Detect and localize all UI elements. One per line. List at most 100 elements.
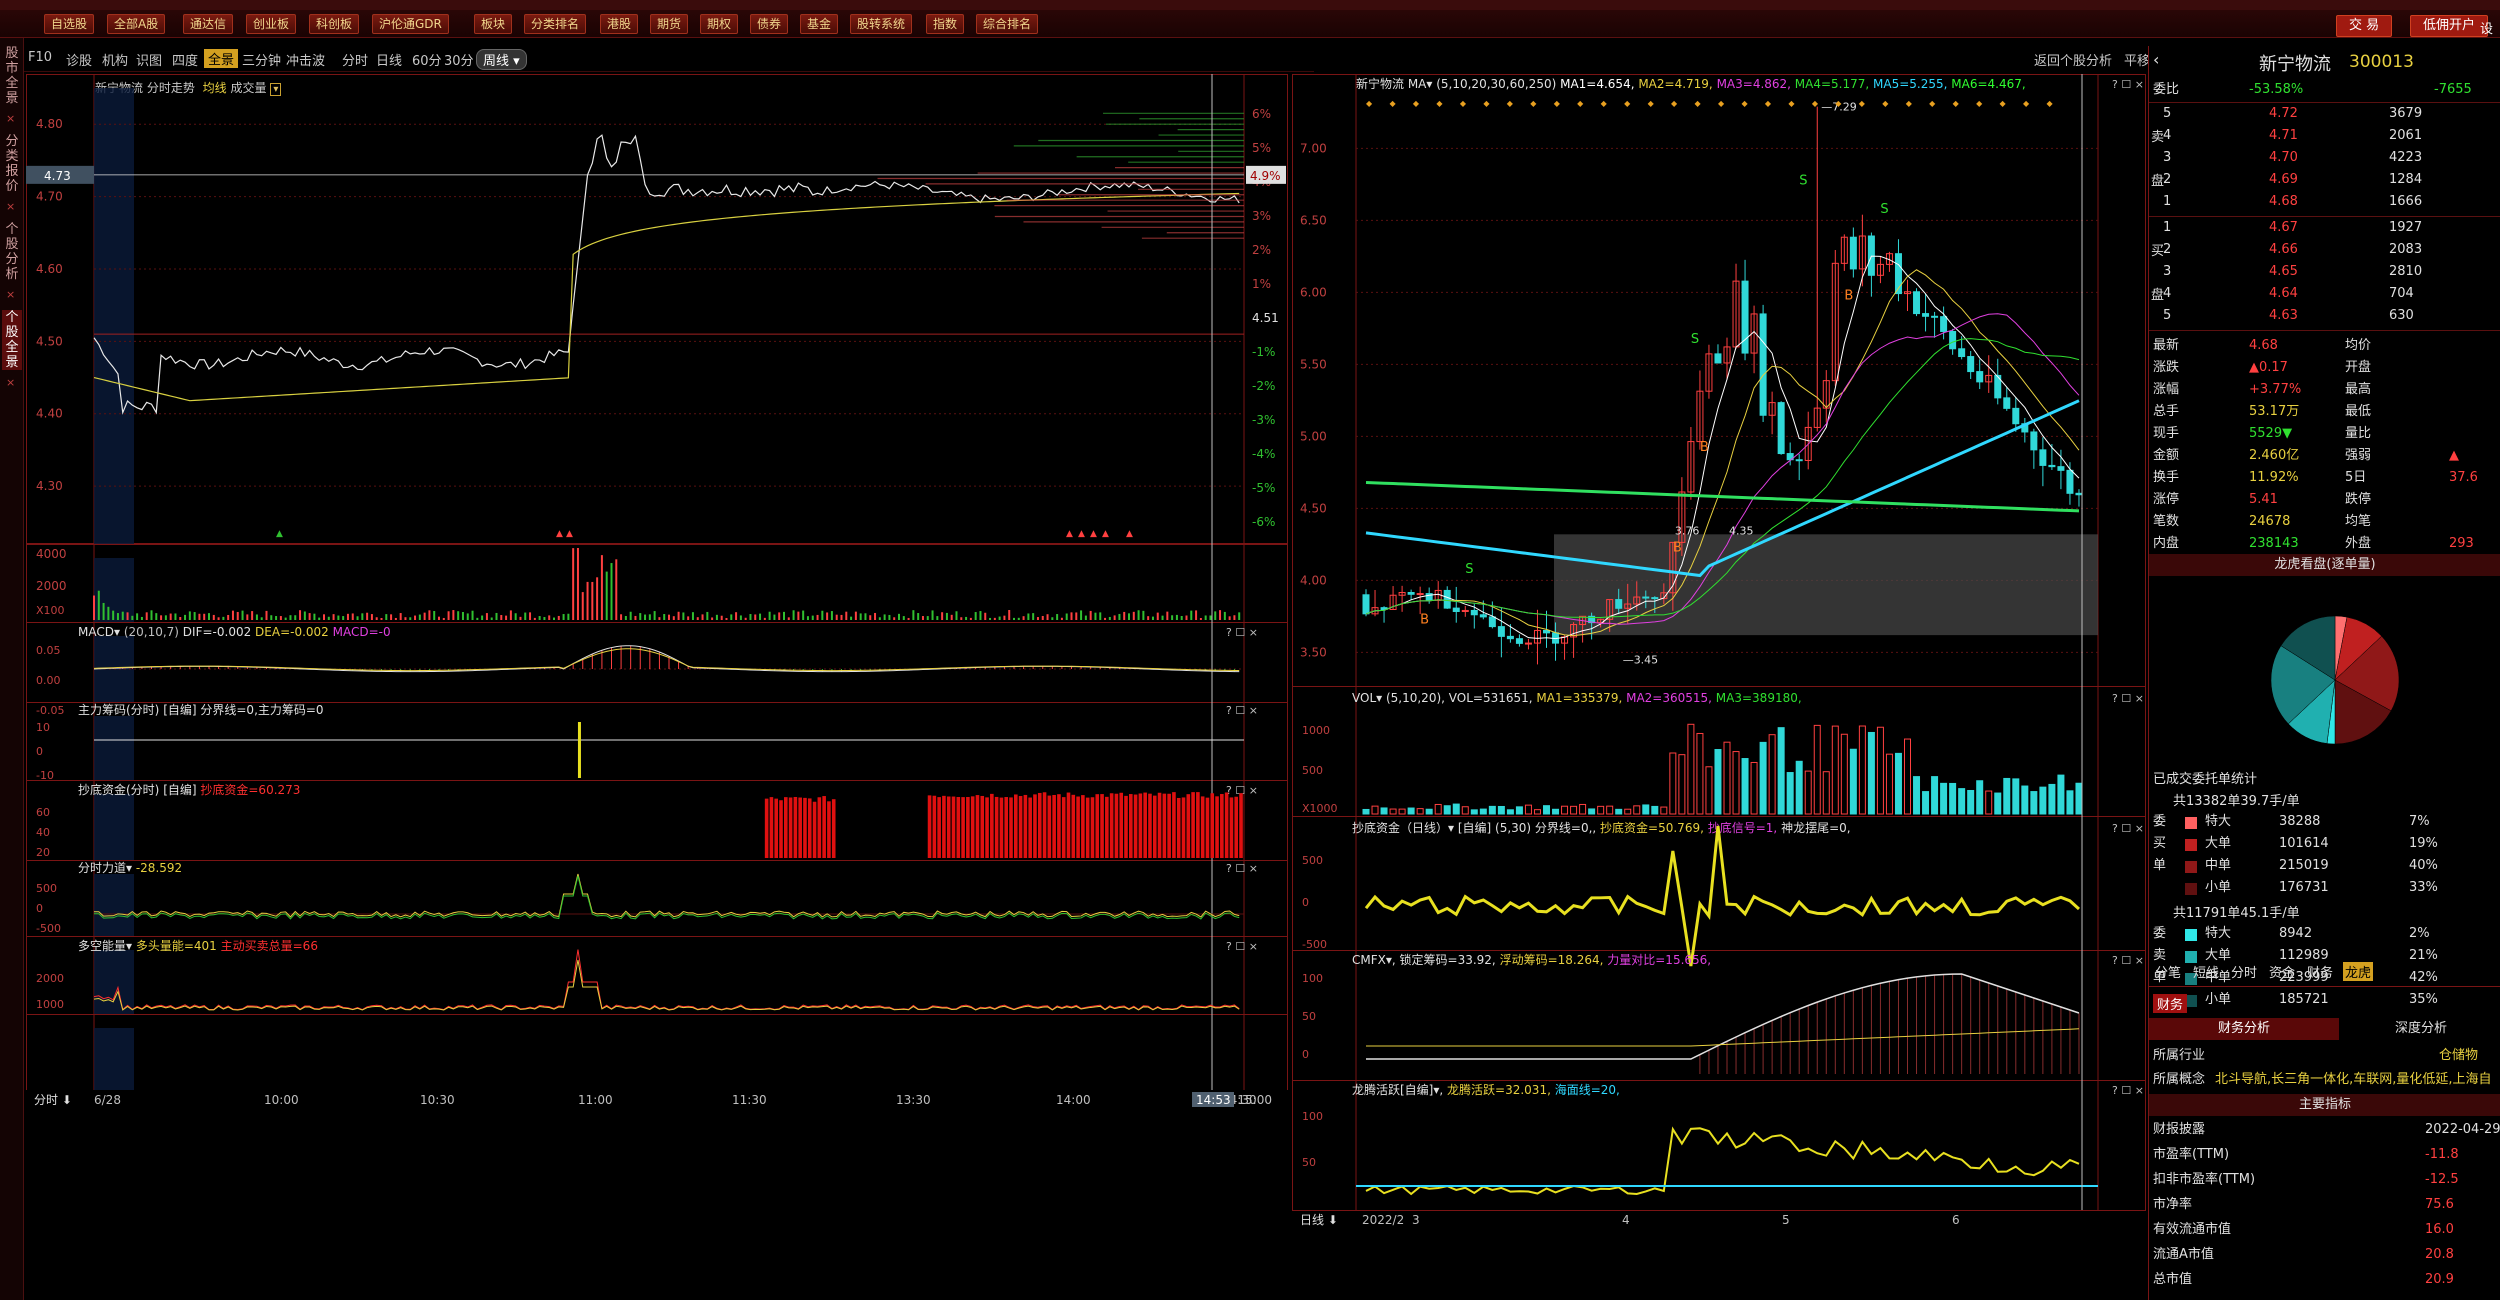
- settings-menu[interactable]: 设: [2480, 18, 2493, 37]
- candle-body-0: [1362, 594, 1370, 615]
- kvol-bar-45: [1768, 734, 1776, 815]
- bottomfund-i-bar-186: [985, 797, 989, 858]
- fin-tab[interactable]: 财务: [2153, 994, 2188, 1013]
- menu-item-1[interactable]: 全部A股: [107, 14, 166, 34]
- stat-row-0-cell-1: 4.68: [2249, 338, 2278, 353]
- buy-entrust-row-3: 小单 176731 33%: [2149, 878, 2500, 898]
- menu-item-13[interactable]: 股转系统: [850, 14, 913, 34]
- quote-tab-1[interactable]: 短线: [2191, 962, 2221, 981]
- menu-item-12[interactable]: 基金: [800, 14, 839, 34]
- menu-item-6[interactable]: 板块: [474, 14, 513, 34]
- bottomfund-i-bar-209: [1095, 794, 1100, 858]
- kvol-tick-1: 500: [1302, 764, 1323, 777]
- open-account-button[interactable]: 低佣开户: [2410, 15, 2489, 37]
- left-tab-2[interactable]: 个股分析: [2, 222, 22, 282]
- bottomfund-i-bar-218: [1138, 793, 1143, 858]
- intraday-price-line: [93, 134, 1240, 415]
- left-tab-1[interactable]: 分类报价: [2, 134, 22, 194]
- time-label-2: 10:30: [420, 1093, 455, 1107]
- premarket-zone-0: [94, 88, 134, 544]
- buy-entrust-row-0-cell-0: 委: [2153, 814, 2167, 829]
- kvol-bar-31: [1642, 804, 1650, 815]
- stat-row-6: 换手 11.92% 5日 37.6: [2149, 468, 2500, 488]
- menu-item-2[interactable]: 通达信: [183, 14, 234, 34]
- candle-body-39: [1714, 353, 1722, 364]
- pct-tick-10: -4%: [1252, 447, 1275, 461]
- quote-tab-4[interactable]: 财务: [2305, 962, 2335, 981]
- toolbar-item-5[interactable]: 全景: [204, 49, 239, 68]
- menu-item-4[interactable]: 科创板: [309, 14, 360, 34]
- menu-item-11[interactable]: 债券: [750, 14, 789, 34]
- kvol-bar-74: [2030, 791, 2038, 815]
- menu-item-0[interactable]: 自选股: [44, 14, 95, 34]
- pct-tick-9: -3%: [1252, 413, 1275, 427]
- macd-title-controls: ? ☐ ×: [1226, 626, 1258, 639]
- sell-entrust-row-0-cell-0: 委: [2153, 926, 2167, 941]
- tab-close-icon-0[interactable]: ×: [6, 112, 15, 125]
- toolbar-item-11[interactable]: 30分: [444, 50, 474, 69]
- tab-close-icon-2[interactable]: ×: [6, 288, 15, 301]
- pan-button[interactable]: 平移: [2124, 50, 2150, 69]
- toolbar-item-7[interactable]: 冲击波: [286, 50, 325, 69]
- dragon-title: 龙腾活跃[自编]▾, 龙腾活跃=32.031, 海面线=20,: [1352, 1082, 1620, 1097]
- quote-tab-5[interactable]: 龙虎: [2343, 962, 2374, 981]
- fin-sub-tab-0[interactable]: 财务分析: [2149, 1018, 2339, 1040]
- stat-row-3: 总手 53.17万 最低: [2149, 402, 2500, 422]
- candle-body-77: [2057, 466, 2065, 471]
- toolbar-item-2[interactable]: 机构: [102, 50, 128, 69]
- kvol-bar-39: [1714, 749, 1722, 815]
- kvol-bar-59: [1894, 752, 1902, 815]
- kline-mid-label-2: 4.35: [1729, 524, 1754, 537]
- menu-item-15[interactable]: 综合排名: [976, 14, 1039, 34]
- menu-item-14[interactable]: 指数: [926, 14, 965, 34]
- toolbar-item-0[interactable]: F10: [28, 50, 52, 65]
- toolbar-item-9[interactable]: 日线: [376, 50, 402, 69]
- menu-item-5[interactable]: 沪伦通GDR: [372, 14, 449, 34]
- fin-sub-tab-1[interactable]: 深度分析: [2341, 1018, 2500, 1040]
- buy-level-0-cell-1: 4.67: [2269, 220, 2298, 235]
- top-diamond-12: ◆: [1648, 99, 1655, 108]
- kvol-bar-9: [1443, 805, 1451, 815]
- back-button[interactable]: 返回个股分析: [2034, 50, 2112, 69]
- toolbar-item-6[interactable]: 三分钟: [242, 50, 281, 69]
- quote-tab-2[interactable]: 分时: [2229, 962, 2259, 981]
- toolbar-item-4[interactable]: 四度: [172, 50, 198, 69]
- premarket-zone-3: [94, 716, 134, 780]
- fin-row-2-cell-0: 扣非市盈率(TTM): [2153, 1172, 2256, 1187]
- toolbar-item-1[interactable]: 诊股: [66, 50, 92, 69]
- menu-item-10[interactable]: 期权: [700, 14, 739, 34]
- kvol-bar-37: [1696, 732, 1704, 815]
- top-diamond-7: ◆: [1530, 99, 1537, 108]
- buy-entrust-row-1: 买 大单 101614 19%: [2149, 834, 2500, 854]
- kvol-bar-26: [1597, 805, 1605, 815]
- menu-item-3[interactable]: 创业板: [246, 14, 297, 34]
- left-tab-3[interactable]: 个股全景: [2, 310, 22, 370]
- sell-level-2: 3 4.70 4223: [2149, 148, 2500, 168]
- menu-item-9[interactable]: 期货: [650, 14, 689, 34]
- bottomfund-i-bar-177: [942, 795, 946, 858]
- kvol-bar-24: [1579, 803, 1587, 815]
- quote-tab-3[interactable]: 资金: [2267, 962, 2297, 981]
- toolbar-item-10[interactable]: 60分: [412, 50, 442, 69]
- candle-body-79: [2075, 492, 2083, 496]
- fin-row-0-cell-1: 2022-04-29: [2425, 1122, 2500, 1137]
- toolbar-item-8[interactable]: 分时: [342, 50, 368, 69]
- back-arrow-icon[interactable]: ‹: [2153, 50, 2159, 69]
- kvol-bar-44: [1759, 741, 1767, 815]
- left-tab-0[interactable]: 股市全景: [2, 46, 22, 106]
- toolbar-item-3[interactable]: 识图: [136, 50, 162, 69]
- tab-close-icon-3[interactable]: ×: [6, 376, 15, 389]
- menu-item-8[interactable]: 港股: [600, 14, 639, 34]
- bottomfund-i-bar-202: [1061, 797, 1066, 858]
- signal-triangle-6: ▲: [1102, 529, 1109, 539]
- kvol-bar-69: [1985, 790, 1993, 815]
- tab-close-icon-1[interactable]: ×: [6, 200, 15, 213]
- trade-button[interactable]: 交 易: [2336, 15, 2393, 37]
- kvol-bar-47: [1786, 772, 1794, 815]
- buy-entrust-row-2-cell-3: 40%: [2409, 858, 2438, 873]
- quote-tab-0[interactable]: 分笔: [2153, 962, 2183, 981]
- menu-item-7[interactable]: 分类排名: [524, 14, 587, 34]
- stat-row-2-cell-1: +3.77%: [2249, 382, 2302, 397]
- signal-marker-1: S: [1799, 173, 1807, 188]
- period-weekly-button[interactable]: 周线 ▾: [476, 49, 527, 70]
